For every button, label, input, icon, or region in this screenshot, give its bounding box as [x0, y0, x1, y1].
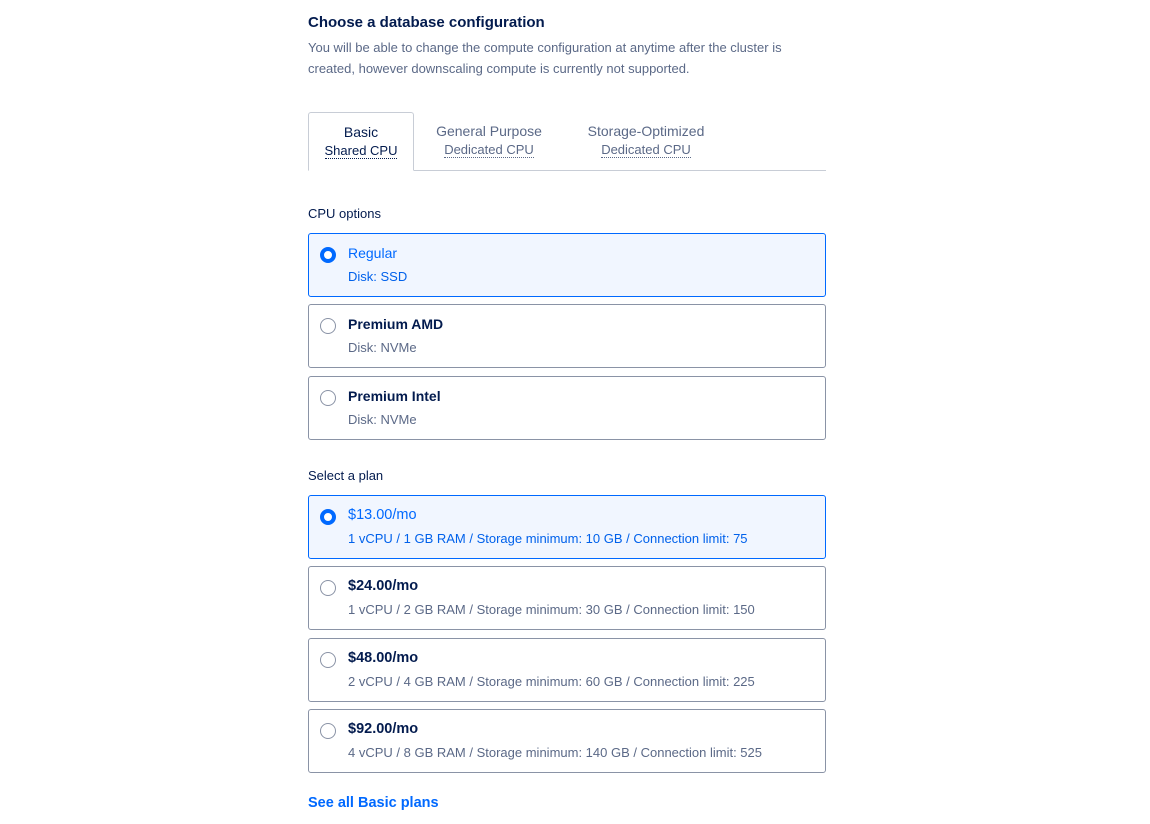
- see-all-basic-plans-link[interactable]: See all Basic plans: [308, 795, 439, 811]
- tab-storage-optimized[interactable]: Storage-Optimized Dedicated CPU: [573, 112, 719, 170]
- option-title: Premium Intel: [348, 388, 441, 404]
- plan-price: $48.00/mo: [348, 650, 419, 666]
- plan-specs: 2 vCPU / 4 GB RAM / Storage minimum: 60 …: [348, 674, 755, 689]
- plan-price: $24.00/mo: [348, 578, 419, 594]
- option-title: Premium AMD: [348, 316, 444, 332]
- plan-option-48[interactable]: $48.00/mo 2 vCPU / 4 GB RAM / Storage mi…: [308, 638, 826, 702]
- plan-specs: 4 vCPU / 8 GB RAM / Storage minimum: 140…: [348, 745, 762, 760]
- plan-price: $92.00/mo: [348, 721, 419, 737]
- option-title: Regular: [348, 245, 398, 261]
- radio-unselected-icon[interactable]: [320, 318, 336, 334]
- section-title: Choose a database configuration: [308, 14, 545, 31]
- plan-option-24[interactable]: $24.00/mo 1 vCPU / 2 GB RAM / Storage mi…: [308, 566, 826, 630]
- section-description: You will be able to change the compute c…: [308, 40, 782, 76]
- radio-unselected-icon[interactable]: [320, 652, 336, 668]
- cpu-option-premium-amd[interactable]: Premium AMD Disk: NVMe: [308, 304, 826, 368]
- cpu-option-premium-intel[interactable]: Premium Intel Disk: NVMe: [308, 376, 826, 440]
- select-plan-label: Select a plan: [308, 468, 384, 483]
- tab-sublabel[interactable]: Shared CPU: [324, 143, 398, 159]
- tab-sublabel[interactable]: Dedicated CPU: [444, 142, 534, 158]
- option-subtitle: Disk: NVMe: [348, 340, 417, 355]
- radio-unselected-icon[interactable]: [320, 723, 336, 739]
- tab-label: Storage-Optimized: [587, 123, 705, 139]
- option-subtitle: Disk: NVMe: [348, 412, 417, 427]
- plan-specs: 1 vCPU / 1 GB RAM / Storage minimum: 10 …: [348, 531, 748, 546]
- radio-selected-icon[interactable]: [320, 247, 336, 263]
- tab-label: General Purpose: [436, 123, 542, 139]
- radio-unselected-icon[interactable]: [320, 390, 336, 406]
- tab-sublabel[interactable]: Dedicated CPU: [601, 142, 691, 158]
- tab-label: Basic: [343, 124, 379, 140]
- cpu-type-tabs: Basic Shared CPU General Purpose Dedicat…: [308, 112, 826, 171]
- plan-option-13[interactable]: $13.00/mo 1 vCPU / 1 GB RAM / Storage mi…: [308, 495, 826, 559]
- plan-price: $13.00/mo: [348, 507, 417, 523]
- cpu-options-label: CPU options: [308, 206, 381, 221]
- option-subtitle: Disk: SSD: [348, 269, 408, 284]
- tab-general-purpose[interactable]: General Purpose Dedicated CPU: [421, 112, 557, 170]
- radio-unselected-icon[interactable]: [320, 580, 336, 596]
- tab-basic[interactable]: Basic Shared CPU: [308, 112, 414, 171]
- radio-selected-icon[interactable]: [320, 509, 336, 525]
- plan-specs: 1 vCPU / 2 GB RAM / Storage minimum: 30 …: [348, 602, 755, 617]
- plan-option-92[interactable]: $92.00/mo 4 vCPU / 8 GB RAM / Storage mi…: [308, 709, 826, 773]
- cpu-option-regular[interactable]: Regular Disk: SSD: [308, 233, 826, 297]
